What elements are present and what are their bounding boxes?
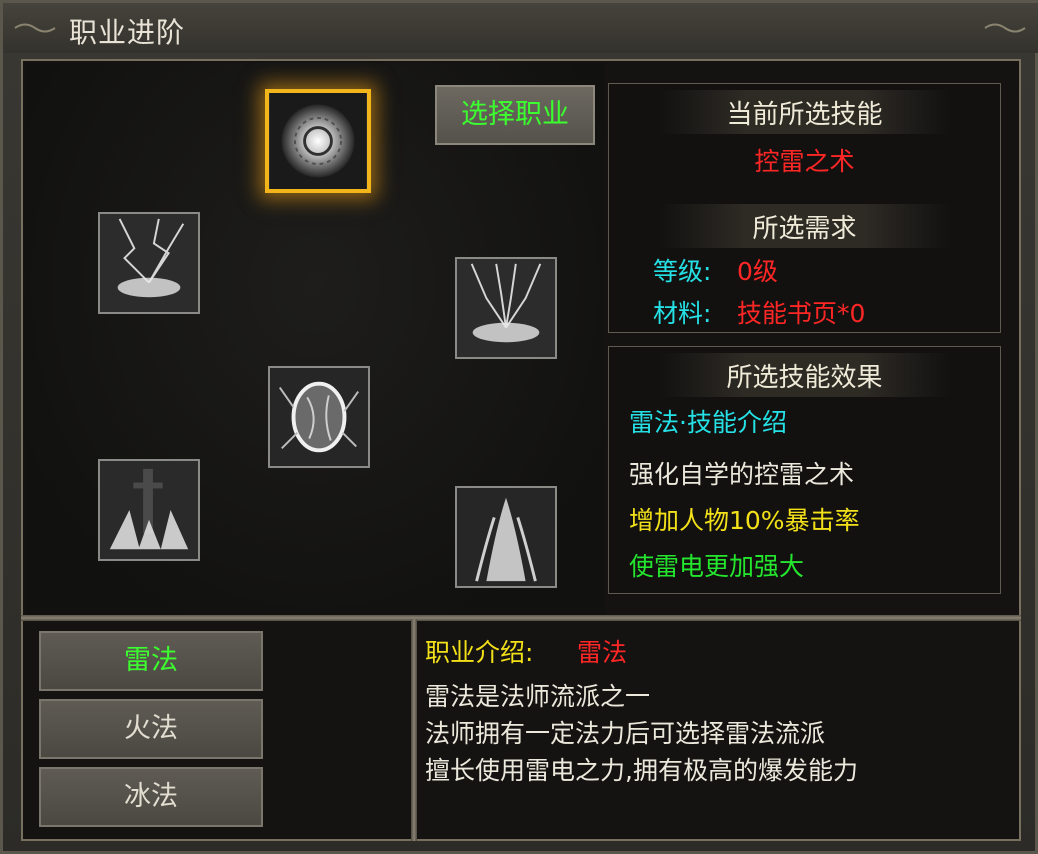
current-skill-header: 当前所选技能: [726, 100, 883, 130]
school-button-ice[interactable]: 冰法: [39, 767, 263, 827]
skill-effect-box: 所选技能效果 雷法·技能介绍 强化自学的控雷之术 增加人物10%暴击率 使雷电更…: [608, 346, 1001, 594]
vertical-divider: [411, 619, 417, 841]
school-button-fire[interactable]: 火法: [39, 699, 263, 759]
material-label: 材料:: [653, 299, 712, 328]
job-intro-area: 职业介绍: 雷法 雷法是法师流派之一 法师拥有一定法力后可选择雷法流派 擅长使用…: [419, 623, 1019, 839]
current-skill-name: 控雷之术: [754, 147, 855, 176]
ornament-left-icon: [14, 23, 56, 33]
thunder-sword-icon: [100, 461, 198, 559]
level-value: 0级: [737, 257, 778, 286]
thunder-burst-icon: [457, 488, 555, 586]
horizontal-divider: [21, 615, 1021, 621]
skill-slot-lightning-tree[interactable]: [455, 257, 557, 359]
effects-header: 所选技能效果: [726, 363, 883, 393]
effect-line: 增加人物10%暴击率: [629, 506, 860, 535]
title-bar: 职业进阶: [3, 3, 1038, 53]
school-button-thunder[interactable]: 雷法: [39, 631, 263, 691]
skill-slot-thunder-sword[interactable]: [98, 459, 200, 561]
job-intro-name: 雷法: [577, 638, 628, 667]
skill-slot-thunder-burst[interactable]: [455, 486, 557, 588]
skill-requirement-box: 当前所选技能 控雷之术 所选需求 等级: 0级 材料: 技能书页*0: [608, 83, 1001, 333]
select-job-button[interactable]: 选择职业: [435, 85, 595, 145]
window-title: 职业进阶: [69, 16, 186, 49]
job-intro-line: 擅长使用雷电之力,拥有极高的爆发能力: [425, 756, 858, 785]
job-intro-line: 雷法是法师流派之一: [425, 682, 651, 711]
radiant-orb-icon: [270, 93, 366, 189]
level-label: 等级:: [653, 257, 712, 286]
job-intro-label: 职业介绍:: [425, 638, 534, 667]
thunder-egg-icon: [270, 368, 368, 466]
effects-intro: 雷法·技能介绍: [629, 408, 787, 437]
job-intro-line: 法师拥有一定法力后可选择雷法流派: [425, 719, 826, 748]
material-value: 技能书页*0: [737, 299, 866, 328]
effect-line: 强化自学的控雷之术: [629, 460, 855, 489]
requirements-header: 所选需求: [752, 214, 857, 244]
effect-line: 使雷电更加强大: [629, 552, 805, 581]
job-advance-panel: 职业进阶 选择职业 当前所选技能 控雷之术 所选需求 等级: 0级 材料: 技能…: [0, 0, 1038, 854]
skill-slot-thunder-egg[interactable]: [268, 366, 370, 468]
skill-slot-radiant-orb[interactable]: [265, 89, 371, 193]
lightning-strike-icon: [100, 214, 198, 312]
skill-slot-lightning-strike[interactable]: [98, 212, 200, 314]
lightning-tree-icon: [457, 259, 555, 357]
ornament-right-icon: [984, 23, 1026, 33]
